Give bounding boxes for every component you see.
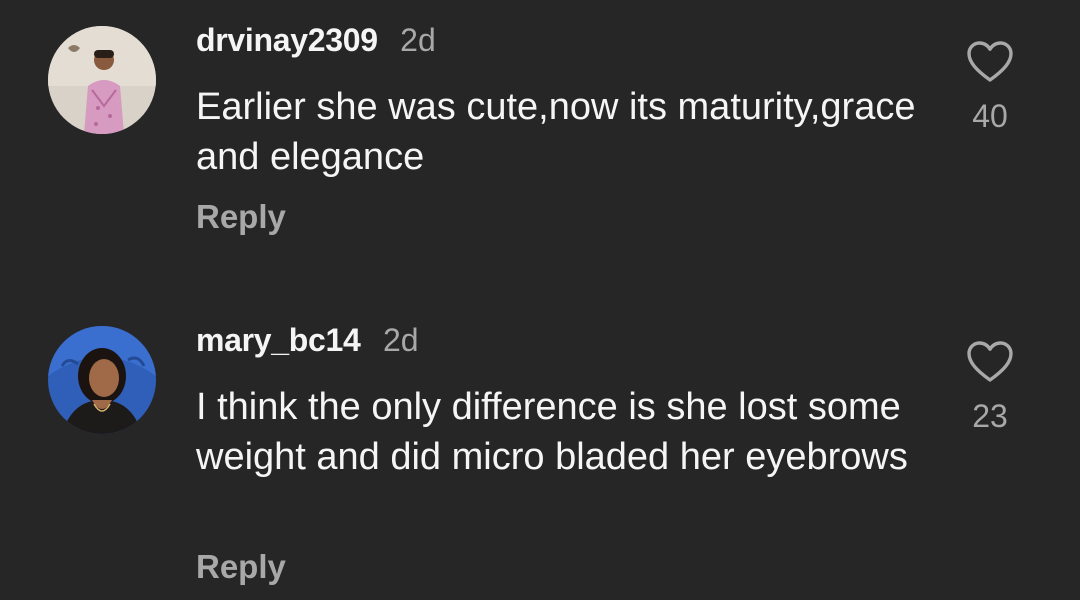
timestamp: 2d: [400, 22, 436, 58]
heart-outline-icon[interactable]: [966, 40, 1014, 84]
like-control: 40: [960, 40, 1020, 135]
comment-text: I think the only difference is she lost …: [196, 386, 908, 478]
comment-item: mary_bc14 2d I think the only difference…: [0, 300, 1080, 600]
comment-meta: drvinay2309 2d: [196, 22, 436, 59]
reply-button[interactable]: Reply: [196, 548, 286, 586]
timestamp: 2d: [383, 322, 419, 358]
username[interactable]: mary_bc14: [196, 322, 361, 358]
comment-item: drvinay2309 2d Earlier she was cute,now …: [0, 0, 1080, 300]
comment-meta: mary_bc14 2d: [196, 322, 419, 359]
like-count: 23: [972, 398, 1008, 434]
avatar[interactable]: [48, 26, 156, 134]
comment-text: Earlier she was cute,now its maturity,gr…: [196, 86, 916, 178]
reply-button[interactable]: Reply: [196, 198, 286, 236]
avatar[interactable]: [48, 326, 156, 434]
like-count: 40: [972, 98, 1008, 134]
heart-outline-icon[interactable]: [966, 340, 1014, 384]
username[interactable]: drvinay2309: [196, 22, 378, 58]
like-control: 23: [960, 340, 1020, 435]
